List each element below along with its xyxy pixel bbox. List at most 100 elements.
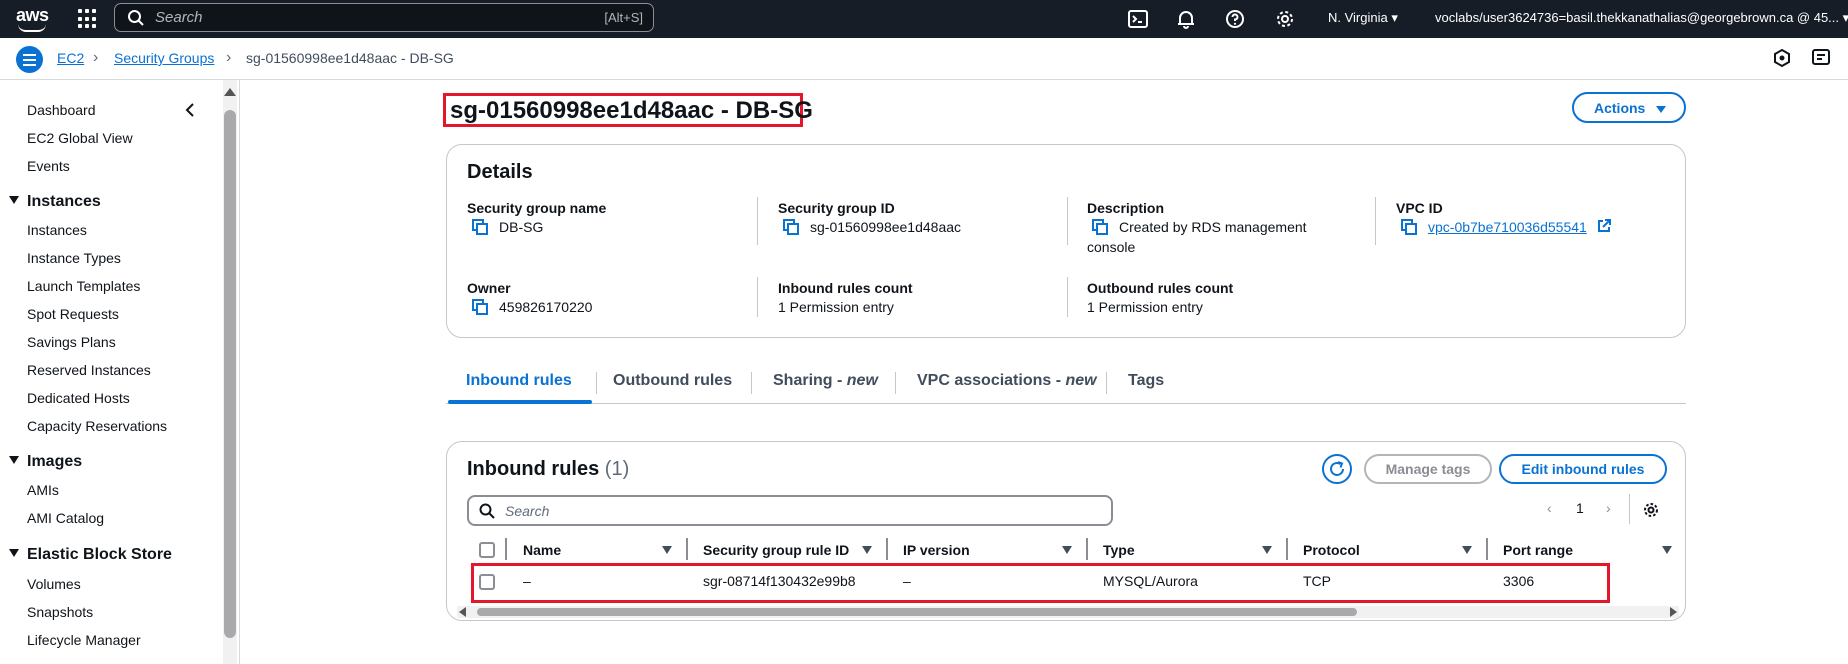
column-header-name[interactable]: Name bbox=[523, 542, 561, 558]
sidebar-scrollbar-thumb[interactable] bbox=[224, 110, 236, 638]
column-header-rule-id[interactable]: Security group rule ID bbox=[703, 542, 849, 558]
sidebar-item-snapshots[interactable]: Snapshots bbox=[27, 604, 93, 620]
copy-icon[interactable] bbox=[472, 299, 488, 315]
sidebar-section-instances[interactable]: Instances bbox=[9, 193, 101, 211]
sidebar-section-images[interactable]: Images bbox=[9, 453, 82, 471]
sort-icon[interactable] bbox=[1062, 546, 1072, 554]
sg-id-label: Security group ID bbox=[778, 200, 895, 216]
table-row[interactable] bbox=[471, 563, 1610, 603]
sidebar-item-lifecycle-manager[interactable]: Lifecycle Manager bbox=[27, 632, 141, 648]
select-all-checkbox[interactable] bbox=[479, 542, 495, 558]
edit-inbound-rules-button[interactable]: Edit inbound rules bbox=[1499, 454, 1667, 484]
scroll-left-arrow-icon[interactable] bbox=[459, 607, 466, 617]
scroll-up-arrow-icon[interactable] bbox=[224, 88, 236, 96]
tab-sharing[interactable]: Sharing - new bbox=[773, 372, 878, 390]
region-selector[interactable]: N. Virginia ▾ bbox=[1328, 10, 1398, 26]
sidebar-item-dedicated-hosts[interactable]: Dedicated Hosts bbox=[27, 390, 130, 406]
sidebar-section-elastic-block-store[interactable]: Elastic Block Store bbox=[9, 546, 172, 564]
tab-divider bbox=[596, 372, 597, 394]
sidebar-item-dashboard[interactable]: Dashboard bbox=[27, 102, 96, 118]
details-heading: Details bbox=[467, 161, 533, 183]
info-panel-icon[interactable] bbox=[1810, 47, 1832, 69]
divider bbox=[1067, 197, 1068, 245]
copy-icon[interactable] bbox=[1092, 219, 1108, 235]
table-settings-gear-icon[interactable] bbox=[1642, 501, 1660, 519]
vpc-id-link[interactable]: vpc-0b7be710036d55541 bbox=[1428, 219, 1587, 235]
sidebar-item-volumes[interactable]: Volumes bbox=[27, 576, 81, 592]
cloudshell-icon[interactable] bbox=[1127, 8, 1149, 30]
description-value-line1: Created by RDS management bbox=[1119, 219, 1307, 235]
sort-icon[interactable] bbox=[862, 546, 872, 554]
sg-name-label: Security group name bbox=[467, 200, 607, 216]
scroll-right-arrow-icon[interactable] bbox=[1670, 607, 1677, 617]
column-divider bbox=[505, 538, 507, 560]
owner-label: Owner bbox=[467, 280, 511, 296]
details-panel: Details Security group name DB-SG Securi… bbox=[446, 144, 1686, 338]
tab-inbound-rules[interactable]: Inbound rules bbox=[466, 372, 572, 390]
outbound-count-label: Outbound rules count bbox=[1087, 280, 1234, 296]
global-search-input[interactable]: Search [Alt+S] bbox=[114, 3, 654, 32]
help-icon[interactable] bbox=[1224, 8, 1246, 30]
description-label: Description bbox=[1087, 200, 1165, 216]
inbound-rules-count: (1) bbox=[604, 458, 630, 480]
sort-icon[interactable] bbox=[1462, 546, 1472, 554]
bell-icon[interactable] bbox=[1175, 8, 1197, 30]
aws-logo[interactable]: aws bbox=[16, 4, 50, 32]
inbound-rules-panel: Inbound rules (1) Manage tags Edit inbou… bbox=[446, 441, 1686, 621]
row-checkbox[interactable] bbox=[479, 574, 495, 590]
collapse-sidebar-icon[interactable] bbox=[182, 102, 198, 118]
services-grid-icon[interactable] bbox=[78, 9, 98, 29]
column-header-ip-version[interactable]: IP version bbox=[903, 542, 970, 558]
sidebar-item-savings-plans[interactable]: Savings Plans bbox=[27, 334, 116, 350]
tab-tags[interactable]: Tags bbox=[1128, 372, 1164, 390]
horizontal-scrollbar[interactable] bbox=[457, 606, 1679, 618]
sidebar-item-amis[interactable]: AMIs bbox=[27, 482, 59, 498]
menu-toggle-button[interactable] bbox=[16, 46, 43, 73]
breadcrumb-ec2[interactable]: EC2 bbox=[57, 50, 84, 66]
sort-icon[interactable] bbox=[1662, 546, 1672, 554]
copy-icon[interactable] bbox=[472, 219, 488, 235]
divider bbox=[1629, 494, 1630, 524]
account-menu[interactable]: voclabs/user3624736=basil.thekkanathalia… bbox=[1435, 10, 1848, 26]
refresh-button[interactable] bbox=[1322, 454, 1352, 484]
region-label: N. Virginia bbox=[1328, 10, 1388, 25]
sidebar-item-launch-templates[interactable]: Launch Templates bbox=[27, 278, 140, 294]
sidebar-item-capacity-reservations[interactable]: Capacity Reservations bbox=[27, 418, 167, 434]
copy-icon[interactable] bbox=[1401, 219, 1417, 235]
page-number[interactable]: 1 bbox=[1576, 500, 1584, 516]
table-search-input[interactable]: Search bbox=[467, 495, 1113, 526]
gear-icon[interactable] bbox=[1274, 8, 1296, 30]
next-page-icon[interactable]: › bbox=[1606, 500, 1611, 516]
breadcrumb-security-groups[interactable]: Security Groups bbox=[114, 50, 214, 66]
outbound-count-value: 1 Permission entry bbox=[1087, 299, 1203, 315]
horizontal-scrollbar-thumb[interactable] bbox=[477, 608, 1357, 616]
feedback-icon[interactable] bbox=[1771, 47, 1793, 69]
sg-id-value: sg-01560998ee1d48aac bbox=[810, 219, 962, 235]
divider bbox=[1375, 197, 1376, 245]
chevron-down-icon: ▾ bbox=[1842, 10, 1848, 25]
column-header-protocol[interactable]: Protocol bbox=[1303, 542, 1360, 558]
actions-button[interactable]: Actions bbox=[1572, 92, 1686, 123]
actions-label: Actions bbox=[1594, 100, 1646, 116]
sidebar-item-ec2-global-view[interactable]: EC2 Global View bbox=[27, 130, 133, 146]
column-header-type[interactable]: Type bbox=[1103, 542, 1135, 558]
column-header-port-range[interactable]: Port range bbox=[1503, 542, 1573, 558]
sidebar-item-instances[interactable]: Instances bbox=[27, 222, 87, 238]
sidebar-item-instance-types[interactable]: Instance Types bbox=[27, 250, 121, 266]
sort-icon[interactable] bbox=[1262, 546, 1272, 554]
manage-tags-button[interactable]: Manage tags bbox=[1364, 454, 1492, 484]
tab-vpc-associations[interactable]: VPC associations - new bbox=[917, 372, 1097, 390]
copy-icon[interactable] bbox=[783, 219, 799, 235]
inbound-count-value: 1 Permission entry bbox=[778, 299, 894, 315]
tab-divider bbox=[751, 372, 752, 394]
external-link-icon[interactable] bbox=[1597, 219, 1611, 233]
tab-outbound-rules[interactable]: Outbound rules bbox=[613, 372, 732, 390]
sidebar-item-spot-requests[interactable]: Spot Requests bbox=[27, 306, 119, 322]
divider bbox=[1067, 277, 1068, 317]
prev-page-icon[interactable]: ‹ bbox=[1547, 500, 1552, 516]
sort-icon[interactable] bbox=[662, 546, 672, 554]
sidebar-item-ami-catalog[interactable]: AMI Catalog bbox=[27, 510, 104, 526]
sidebar-item-events[interactable]: Events bbox=[27, 158, 70, 174]
sidebar: Dashboard EC2 Global View Events Instanc… bbox=[0, 80, 240, 664]
sidebar-item-reserved-instances[interactable]: Reserved Instances bbox=[27, 362, 151, 378]
